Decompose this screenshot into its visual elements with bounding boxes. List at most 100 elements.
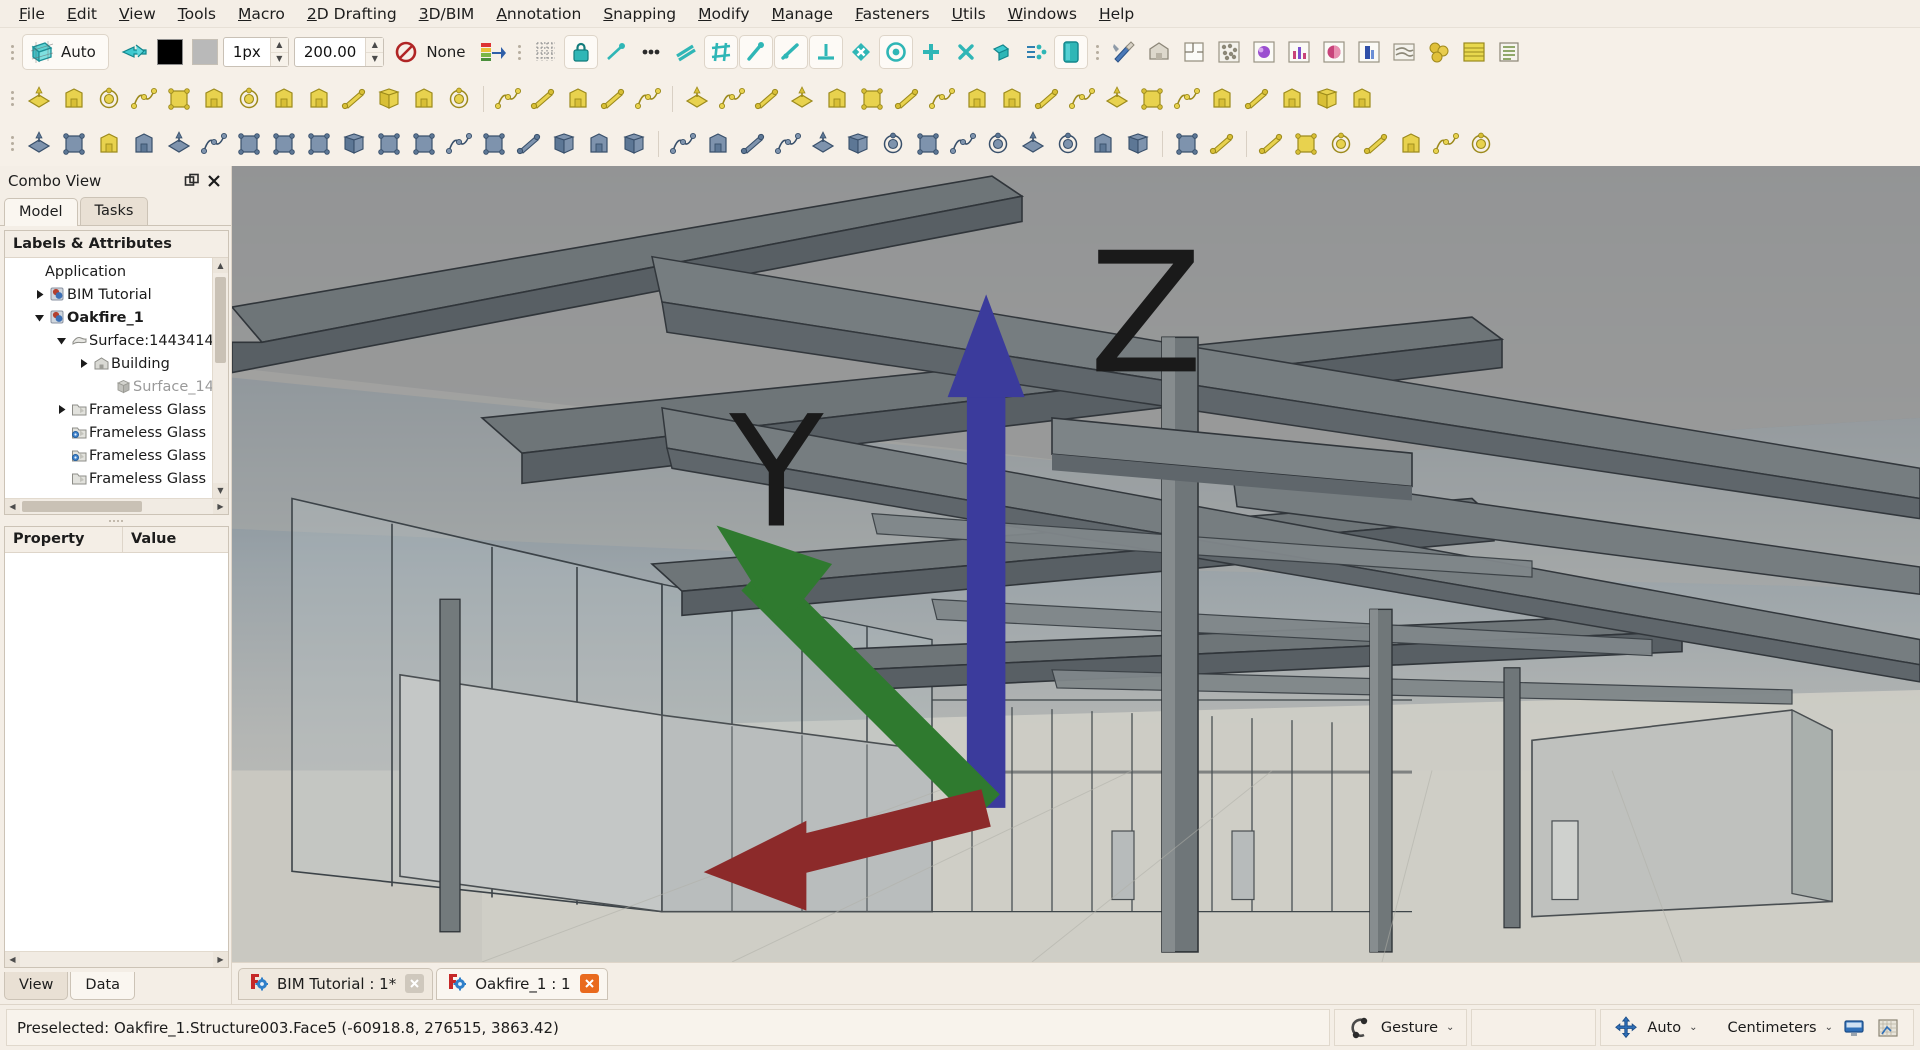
scroll-left-icon[interactable]: ◀ [5, 499, 20, 514]
bim-spreadsheet-icon[interactable] [1457, 35, 1491, 69]
snap-perpendicular-icon[interactable] [739, 35, 774, 69]
bim-material-icon[interactable] [1247, 35, 1281, 69]
draft-compound-icon[interactable] [1051, 127, 1085, 161]
menu-item-modify[interactable]: Modify [687, 2, 760, 26]
draft-upgrade-icon[interactable] [477, 127, 511, 161]
draft-arc-icon[interactable] [162, 82, 196, 116]
menu-item-macro[interactable]: Macro [227, 2, 296, 26]
tree-item[interactable]: BIM Tutorial [5, 283, 212, 306]
annotation-grid-icon[interactable] [1429, 127, 1463, 161]
draft-simple-copy-icon[interactable] [1086, 127, 1120, 161]
face-color-swatch[interactable] [188, 35, 222, 69]
tree-vertical-scrollbar[interactable]: ▲ ▼ [212, 258, 228, 498]
draft-edit-icon[interactable] [1170, 127, 1204, 161]
draft-solid-icon[interactable] [1121, 127, 1155, 161]
scroll-up-icon[interactable]: ▲ [213, 258, 228, 273]
toolbar-grip-3[interactable] [1093, 39, 1102, 65]
snap-parallel-icon[interactable] [669, 35, 703, 69]
draft-move-down-icon[interactable] [547, 127, 581, 161]
bim-slab-icon[interactable] [785, 82, 819, 116]
property-tab-view[interactable]: View [4, 972, 69, 1000]
menu-item-view[interactable]: View [108, 2, 167, 26]
bim-frame-icon[interactable] [1100, 82, 1134, 116]
undock-icon[interactable] [181, 170, 203, 192]
bim-fence-icon[interactable] [1135, 82, 1169, 116]
toolbar-grip[interactable] [8, 131, 17, 157]
draft-bezier-icon[interactable] [407, 82, 441, 116]
menu-item-fasteners[interactable]: Fasteners [844, 2, 941, 26]
bim-level-icon[interactable] [561, 82, 595, 116]
bim-classification-icon[interactable] [1352, 35, 1386, 69]
close-icon[interactable] [203, 170, 225, 192]
hscroll-track[interactable] [20, 499, 213, 514]
toolbar-grip[interactable] [8, 39, 17, 65]
prop-scroll-right-icon[interactable]: ▶ [213, 952, 228, 967]
menu-item-2d-drafting[interactable]: 2D Drafting [296, 2, 408, 26]
panel-splitter[interactable] [0, 515, 231, 526]
bim-preflight-icon[interactable] [1387, 35, 1421, 69]
draft-add-icon[interactable] [666, 127, 700, 161]
bim-pipe-icon[interactable] [925, 82, 959, 116]
draft-point-icon[interactable] [442, 82, 476, 116]
draft-trimex-icon[interactable] [337, 127, 371, 161]
hscroll-thumb[interactable] [22, 501, 142, 512]
bim-building-preview-icon[interactable] [1142, 35, 1176, 69]
snap-angle-icon[interactable] [914, 35, 948, 69]
scroll-thumb[interactable] [215, 277, 226, 363]
bim-layers-icon[interactable] [1317, 35, 1351, 69]
chevron-down-icon[interactable] [53, 335, 69, 346]
tree-item[interactable]: Frameless Glass Pan [5, 421, 212, 444]
property-rows[interactable] [5, 553, 228, 951]
bim-beam-icon[interactable] [750, 82, 784, 116]
draft-bspline-icon[interactable] [372, 82, 406, 116]
scroll-track[interactable] [213, 273, 228, 483]
draft-rectangle-icon[interactable] [302, 82, 336, 116]
snap-near-icon[interactable] [1019, 35, 1053, 69]
draft-offset-icon[interactable] [197, 127, 231, 161]
tree-item[interactable]: Building [5, 352, 212, 375]
draft-sketch-icon[interactable] [22, 82, 56, 116]
draft-move-icon[interactable] [22, 127, 56, 161]
draft-move-up-icon[interactable] [512, 127, 546, 161]
document-tab[interactable]: Oakfire_1 : 1 [436, 967, 608, 1000]
draft-split-icon[interactable] [771, 127, 805, 161]
bim-shape-icon[interactable] [1345, 82, 1379, 116]
tab-model[interactable]: Model [4, 198, 78, 226]
property-tab-data[interactable]: Data [70, 972, 136, 1000]
tree-item[interactable]: Frameless Glass Pan [5, 444, 212, 467]
draft-cut-icon[interactable] [946, 127, 980, 161]
annotation-dimension-icon[interactable] [1324, 127, 1358, 161]
draft-select-pointer-icon[interactable] [118, 35, 152, 69]
snap-none-button[interactable]: None [389, 39, 475, 65]
menu-item-snapping[interactable]: Snapping [592, 2, 687, 26]
tree-horizontal-scrollbar[interactable]: ◀ ▶ [5, 498, 228, 514]
tree-items[interactable]: Application BIM Tutorial Oakfire_1 Surface:… [5, 258, 212, 498]
bim-plan-icon[interactable] [1177, 35, 1211, 69]
prop-hscroll-track[interactable] [20, 952, 213, 967]
draft-shape2dview-icon[interactable] [407, 127, 441, 161]
snap-lock-icon[interactable] [564, 35, 599, 69]
annotation-label-icon[interactable] [1289, 127, 1323, 161]
snap-ortho-icon[interactable] [809, 35, 844, 69]
document-tab[interactable]: BIM Tutorial : 1* [238, 967, 434, 1000]
tree-item[interactable]: Surface_1443414 [5, 375, 212, 398]
bim-views-icon[interactable] [1054, 35, 1089, 69]
annotation-axis-icon[interactable] [1394, 127, 1428, 161]
draft-join-icon[interactable] [806, 127, 840, 161]
bim-equipment-icon[interactable] [1205, 82, 1239, 116]
scroll-down-icon[interactable]: ▼ [213, 483, 228, 498]
annotation-text-icon[interactable] [1205, 127, 1239, 161]
draft-array-box-icon[interactable] [617, 127, 651, 161]
draft-split-2-icon[interactable] [841, 127, 875, 161]
draft-mirror-icon[interactable] [267, 127, 301, 161]
menu-item-help[interactable]: Help [1088, 2, 1145, 26]
bim-stairs-icon[interactable] [995, 82, 1029, 116]
menu-item-edit[interactable]: Edit [56, 2, 108, 26]
draft-mirror-axis-icon[interactable] [876, 127, 910, 161]
line-width-spinbox[interactable]: 1px ▲ ▼ [222, 37, 289, 67]
text-size-spinbox[interactable]: 200.00 ▲ ▼ [293, 37, 385, 67]
bim-column-icon[interactable] [715, 82, 749, 116]
draft-polyline-icon[interactable] [92, 82, 126, 116]
chevron-right-icon[interactable] [75, 358, 91, 369]
snap-dimension-icon[interactable] [949, 35, 983, 69]
